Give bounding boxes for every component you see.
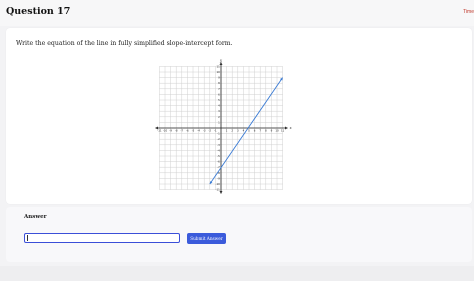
y-tick-label: -4 <box>217 148 220 152</box>
y-axis-arrow-icon <box>219 62 223 65</box>
x-tick-label: -9 <box>169 128 172 132</box>
page-header: Question 17 Time <box>0 0 474 26</box>
question-title: Question 17 <box>6 6 71 17</box>
axis-layer <box>155 62 288 194</box>
y-tick-label: -11 <box>216 188 221 192</box>
x-tick-label: 8 <box>265 128 267 132</box>
x-tick-label: -6 <box>186 128 189 132</box>
x-tick-label: 11 <box>281 128 285 132</box>
x-axis-arrow-icon <box>285 126 288 130</box>
x-tick-label: -8 <box>175 128 178 132</box>
y-tick-label: 10 <box>216 70 220 74</box>
x-tick-label: 2 <box>231 128 233 132</box>
x-tick-label: -10 <box>163 128 168 132</box>
bottom-strip <box>0 266 474 281</box>
y-tick-label: 11 <box>216 64 220 68</box>
x-tick-label: -7 <box>181 128 184 132</box>
question-prompt: Write the equation of the line in fully … <box>16 40 233 47</box>
y-tick-label: -10 <box>216 182 221 186</box>
y-tick-label: -6 <box>217 160 220 164</box>
x-tick-label: -3 <box>203 128 206 132</box>
y-tick-label: -7 <box>217 165 220 169</box>
x-tick-label: 5 <box>248 128 250 132</box>
coordinate-graph: -11-11-10-10-9-9-8-8-7-7-6-6-5-5-4-4-3-3… <box>155 58 292 194</box>
answer-label: Answer <box>24 214 47 220</box>
y-axis-symbol: y <box>219 58 223 62</box>
answer-input[interactable] <box>24 233 180 243</box>
y-tick-label: -9 <box>217 176 220 180</box>
submit-answer-button[interactable]: Submit Answer <box>187 233 226 244</box>
x-tick-label: -2 <box>209 128 212 132</box>
x-tick-label: -5 <box>192 128 195 132</box>
x-tick-label: 10 <box>275 128 279 132</box>
y-axis-arrow-icon <box>219 191 223 194</box>
y-tick-label: -2 <box>217 137 220 141</box>
x-tick-label: 1 <box>226 128 228 132</box>
x-axis-symbol: x <box>290 126 292 130</box>
text-caret <box>27 235 28 241</box>
y-tick-label: -3 <box>217 143 220 147</box>
x-tick-label: -11 <box>157 128 162 132</box>
x-tick-label: 9 <box>271 128 273 132</box>
x-tick-label: 4 <box>243 128 245 132</box>
y-tick-label: -5 <box>217 154 220 158</box>
x-tick-label: 6 <box>254 128 256 132</box>
timer-label: Time <box>463 9 474 15</box>
x-tick-label: 7 <box>259 128 261 132</box>
x-tick-label: 3 <box>237 128 239 132</box>
x-tick-label: -4 <box>197 128 200 132</box>
y-tick-label: -1 <box>217 132 220 136</box>
